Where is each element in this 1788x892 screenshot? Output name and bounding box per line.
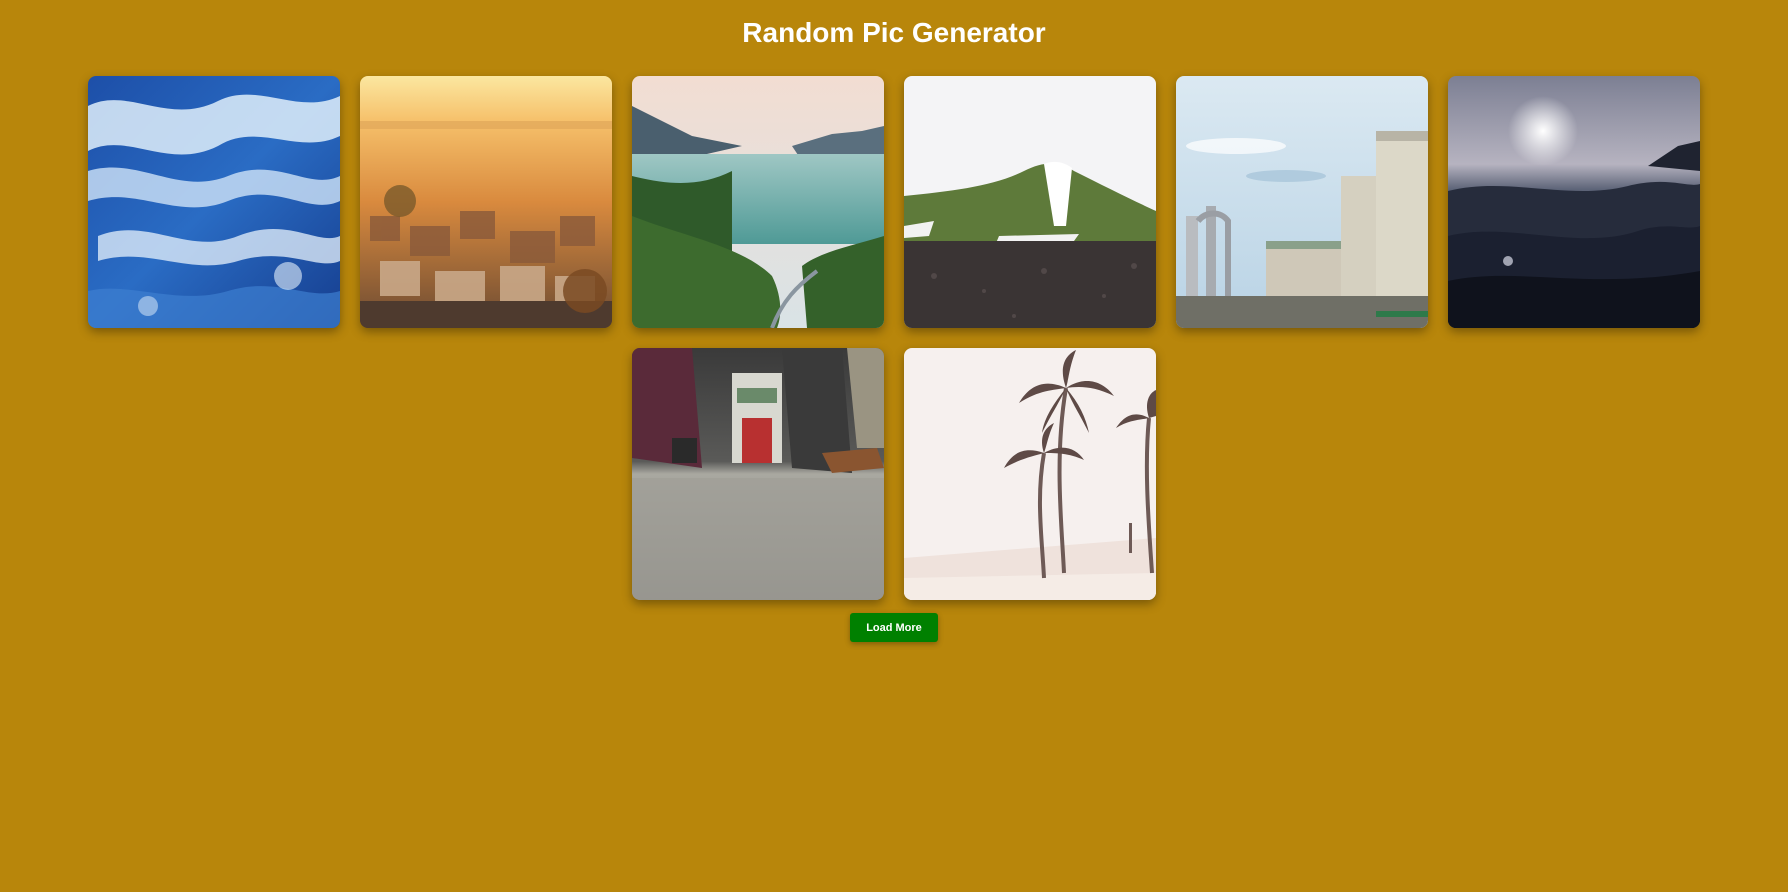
palm-beach-picture [904,348,1156,600]
page-title: Random Pic Generator [742,17,1046,48]
gallery-image-palm-beach[interactable] [904,348,1156,600]
load-more-button[interactable]: Load More [850,613,938,642]
snowy-hill-picture [904,76,1156,328]
gallery-image-industrial-tanks[interactable] [1176,76,1428,328]
gallery-image-dark-sea[interactable] [1448,76,1700,328]
subway-interior-picture [632,348,884,600]
mountain-lake-picture [632,76,884,328]
gallery-image-mountain-lake[interactable] [632,76,884,328]
gallery-image-city-sunset[interactable] [360,76,612,328]
ocean-waves-picture [88,76,340,328]
image-gallery [0,76,1788,600]
dark-sea-picture [1448,76,1700,328]
gallery-image-subway-interior[interactable] [632,348,884,600]
gallery-image-ocean-waves[interactable] [88,76,340,328]
city-sunset-picture [360,76,612,328]
gallery-image-snowy-hill[interactable] [904,76,1156,328]
industrial-tanks-picture [1176,76,1428,328]
